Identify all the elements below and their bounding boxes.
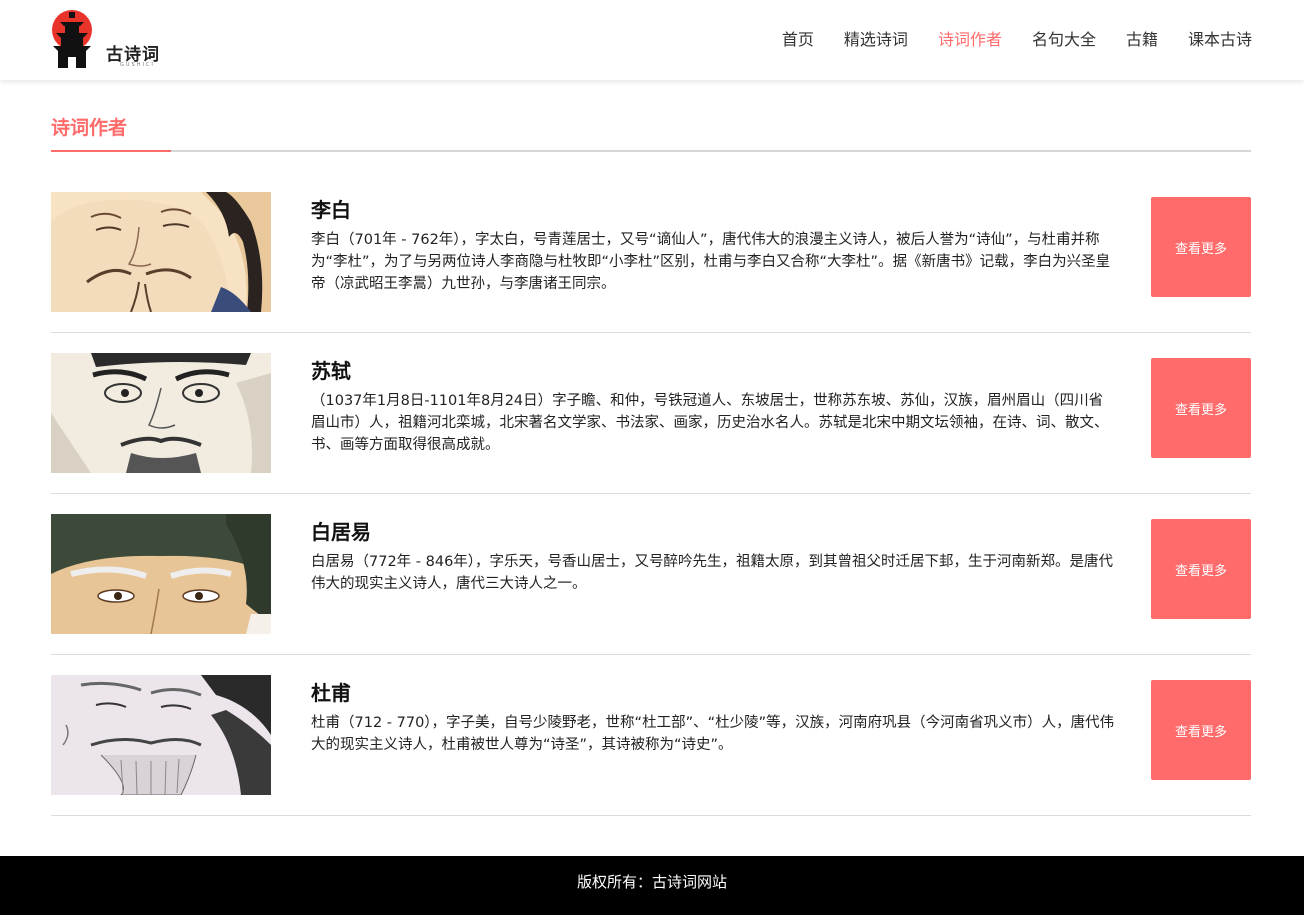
row-divider xyxy=(51,332,1251,333)
view-more-button[interactable]: 查看更多 xyxy=(1151,680,1251,780)
author-portrait xyxy=(51,192,271,312)
author-description: 杜甫（712 - 770），字子美，自号少陵野老，世称“杜工部”、“杜少陵”等，… xyxy=(311,715,1115,753)
author-row: 苏轼 （1037年1月8日-1101年8月24日）字子瞻、和仲，号铁冠道人、东坡… xyxy=(51,353,1251,514)
author-description: （1037年1月8日-1101年8月24日）字子瞻、和仲，号铁冠道人、东坡居士，… xyxy=(311,393,1109,453)
view-more-button[interactable]: 查看更多 xyxy=(1151,197,1251,297)
author-row: 杜甫 杜甫（712 - 770），字子美，自号少陵野老，世称“杜工部”、“杜少陵… xyxy=(51,675,1251,836)
author-name: 李白 xyxy=(311,198,351,222)
nav-home[interactable]: 首页 xyxy=(782,30,814,50)
author-name: 白居易 xyxy=(311,520,371,544)
author-list: 李白 李白（701年 - 762年），字太白，号青莲居士，又号“谪仙人”，唐代伟… xyxy=(51,192,1251,836)
author-row: 李白 李白（701年 - 762年），字太白，号青莲居士，又号“谪仙人”，唐代伟… xyxy=(51,192,1251,353)
author-description: 李白（701年 - 762年），字太白，号青莲居士，又号“谪仙人”，唐代伟大的浪… xyxy=(311,232,1111,292)
section-title-underline xyxy=(51,150,171,152)
nav-famous-lines[interactable]: 名句大全 xyxy=(1032,30,1096,50)
row-divider xyxy=(51,654,1251,655)
copyright-text: 版权所有：古诗词网站 xyxy=(576,873,727,891)
site-footer: 版权所有：古诗词网站 xyxy=(0,856,1304,915)
author-row: 白居易 白居易（772年 - 846年），字乐天，号香山居士，又号醉吟先生，祖籍… xyxy=(51,514,1251,675)
author-portrait xyxy=(51,353,271,473)
section-divider xyxy=(51,150,1251,152)
nav-poets[interactable]: 诗词作者 xyxy=(938,30,1002,50)
author-description: 白居易（772年 - 846年），字乐天，号香山居士，又号醉吟先生，祖籍太原，到… xyxy=(311,554,1114,592)
nav-classics[interactable]: 古籍 xyxy=(1126,30,1158,50)
pagoda-logo-icon xyxy=(52,10,92,68)
portrait-su-shi-image xyxy=(51,353,271,473)
view-more-button[interactable]: 查看更多 xyxy=(1151,519,1251,619)
site-header: 古诗词 GUSHICI 首页 精选诗词 诗词作者 名句大全 古籍 课本古诗 xyxy=(0,0,1304,80)
portrait-bai-juyi-image xyxy=(51,514,271,634)
author-name: 苏轼 xyxy=(311,359,351,383)
author-portrait xyxy=(51,514,271,634)
author-portrait xyxy=(51,675,271,795)
nav-featured-poems[interactable]: 精选诗词 xyxy=(844,30,908,50)
main-nav: 首页 精选诗词 诗词作者 名句大全 古籍 课本古诗 xyxy=(782,30,1252,50)
row-divider xyxy=(51,493,1251,494)
portrait-du-fu-image xyxy=(51,675,271,795)
portrait-li-bai-image xyxy=(51,192,271,312)
section-title: 诗词作者 xyxy=(51,117,128,139)
nav-textbook-poems[interactable]: 课本古诗 xyxy=(1188,30,1252,50)
view-more-button[interactable]: 查看更多 xyxy=(1151,358,1251,458)
logo-subtext: GUSHICI xyxy=(120,62,155,68)
site-logo[interactable]: 古诗词 GUSHICI xyxy=(50,10,180,70)
row-divider xyxy=(51,815,1251,816)
author-name: 杜甫 xyxy=(311,681,351,705)
